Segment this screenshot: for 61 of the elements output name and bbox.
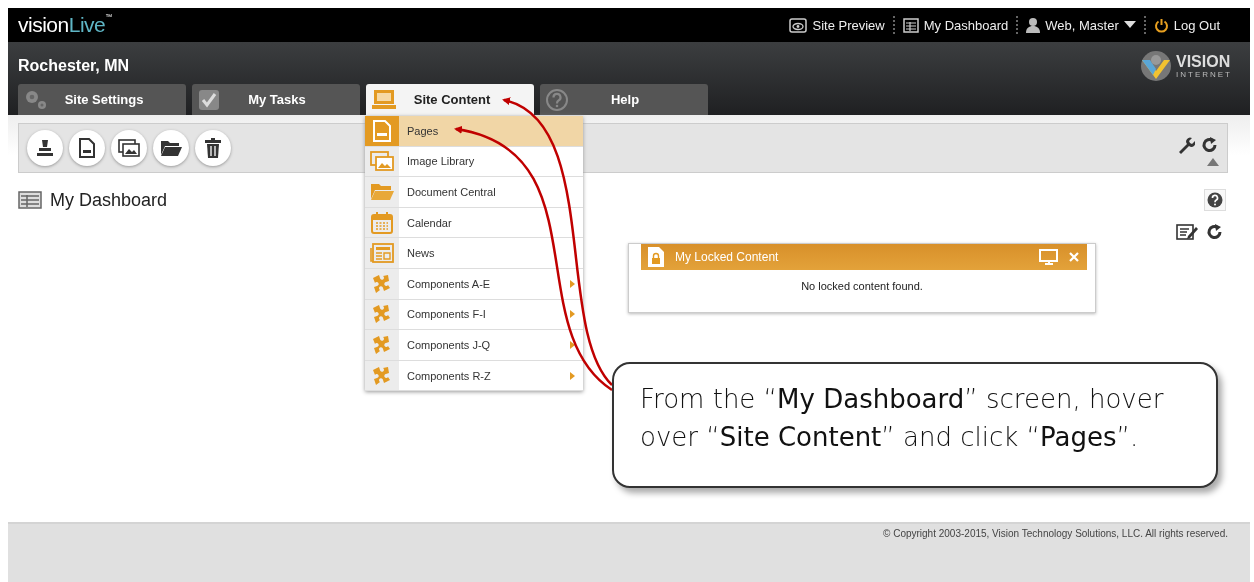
gear-icon xyxy=(24,88,48,111)
help-icon xyxy=(546,88,568,111)
calendar-icon xyxy=(371,211,393,234)
trash-icon xyxy=(205,138,221,158)
power-icon xyxy=(1153,17,1169,33)
page-icon xyxy=(373,119,391,142)
nav-tab[interactable]: Help xyxy=(540,84,708,115)
refresh-icon[interactable] xyxy=(1206,223,1224,241)
wrench-icon[interactable] xyxy=(1177,136,1195,154)
page-icon xyxy=(79,138,95,158)
dashboard-icon xyxy=(18,191,42,209)
stamp-icon xyxy=(35,138,55,158)
help-icon xyxy=(1207,192,1223,208)
images-icon xyxy=(370,151,394,172)
page-title: My Dashboard xyxy=(50,189,168,211)
folder-icon xyxy=(370,183,394,201)
menu-item[interactable]: Components F-I xyxy=(365,299,583,331)
callout-text: From the “My Dashboard” screen, hover over “Site Content” and click “Pages”. xyxy=(612,362,1218,488)
widget-title: My Locked Content xyxy=(675,250,780,264)
top-link[interactable]: My Dashboard xyxy=(902,17,1009,33)
delete-button[interactable] xyxy=(195,130,231,166)
menu-item[interactable]: Document Central xyxy=(365,177,583,208)
menu-item[interactable]: Components R-Z xyxy=(365,360,583,392)
top-link[interactable]: Log Out xyxy=(1153,17,1220,33)
help-button[interactable] xyxy=(1204,189,1226,211)
images-icon xyxy=(118,139,140,157)
menu-item[interactable]: Components A-E xyxy=(365,268,583,300)
refresh-icon[interactable] xyxy=(1201,136,1219,154)
menu-item[interactable]: News xyxy=(365,238,583,269)
newspaper-icon xyxy=(370,243,394,264)
lock-icon xyxy=(647,246,665,268)
user-icon xyxy=(1026,17,1041,33)
copyright-text: © Copyright 2003-2015, Vision Technology Solutions, LLC. All rights reserved. xyxy=(883,528,1228,541)
menu-item[interactable]: Calendar xyxy=(365,207,583,239)
caret-icon xyxy=(1123,21,1136,29)
puzzle-icon xyxy=(371,272,393,295)
dashboard-icon xyxy=(902,17,919,33)
puzzle-icon xyxy=(371,303,393,326)
menu-item[interactable]: Pages xyxy=(365,116,583,147)
new-page-button[interactable] xyxy=(69,130,105,166)
top-link[interactable]: Web, Master xyxy=(1026,17,1136,33)
eye-icon xyxy=(789,17,808,33)
nav-tab[interactable]: Site Settings xyxy=(18,84,186,115)
nav-tab[interactable]: My Tasks xyxy=(192,84,360,115)
folder-button[interactable] xyxy=(153,130,189,166)
empty-message: No locked content found. xyxy=(800,279,924,294)
menu-item[interactable]: Image Library xyxy=(365,146,583,178)
top-link[interactable]: Site Preview xyxy=(789,17,885,33)
collapse-icon[interactable] xyxy=(1207,158,1219,166)
folder-icon xyxy=(160,139,182,157)
monitor-icon xyxy=(372,88,396,111)
edit-icon[interactable] xyxy=(1176,223,1198,241)
images-button[interactable] xyxy=(111,130,147,166)
puzzle-icon xyxy=(371,364,393,387)
stamp-button[interactable] xyxy=(27,130,63,166)
site-name: Rochester, MN xyxy=(18,57,130,75)
menu-item[interactable]: Components J-Q xyxy=(365,330,583,361)
brand-logo: VISION INTERNET xyxy=(1139,50,1232,82)
nav-tab[interactable]: Site Content xyxy=(366,84,534,115)
puzzle-icon xyxy=(371,333,393,356)
checkbox-icon xyxy=(198,88,220,111)
